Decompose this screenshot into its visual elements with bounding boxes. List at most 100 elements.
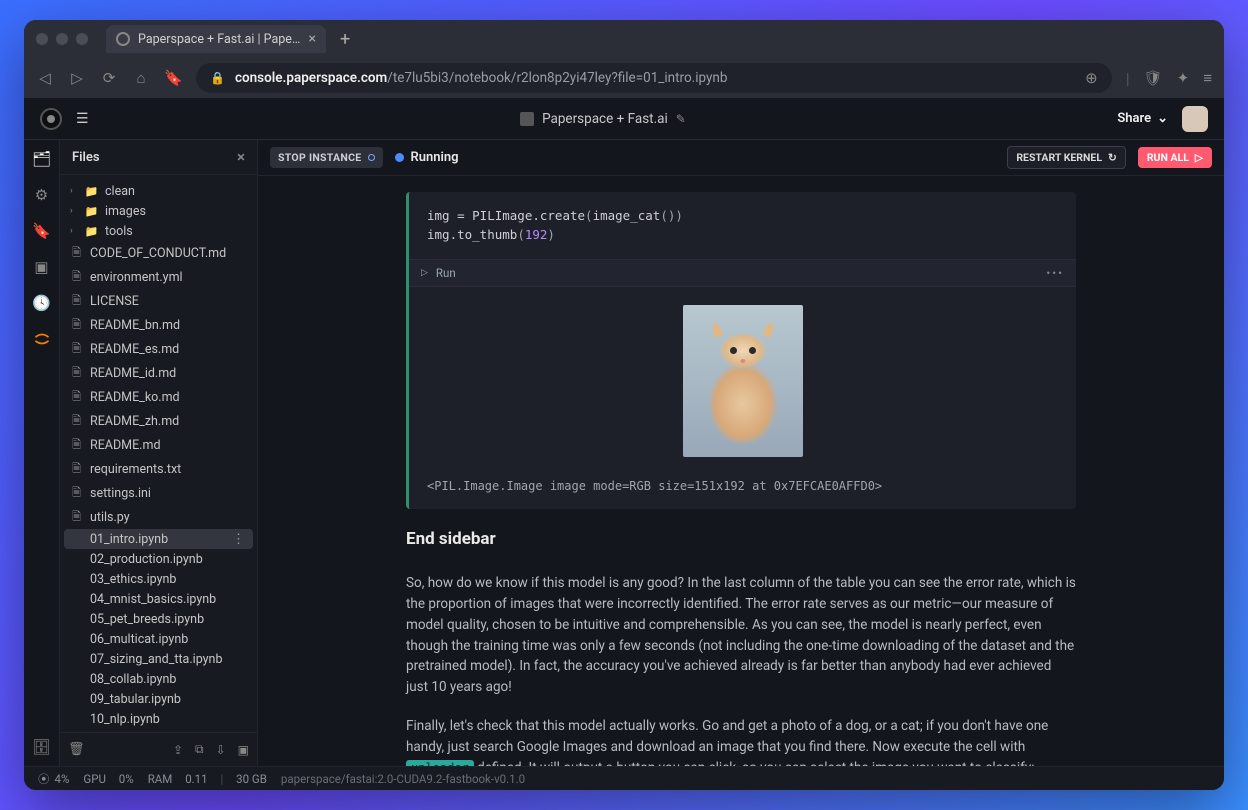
lock-icon: 🔒 [210, 71, 225, 85]
browser-menu-icon[interactable]: ≡ [1203, 69, 1212, 87]
files-rail-icon[interactable]: 🗂 [32, 150, 51, 168]
tree-file[interactable]: 🗎README_ko.md [60, 385, 257, 409]
file-sidebar: Files × ›📁clean›📁images›📁tools🗎CODE_OF_C… [60, 140, 258, 766]
tree-folder[interactable]: ›📁tools [60, 221, 257, 241]
tree-file[interactable]: 🗎utils.py [60, 505, 257, 529]
tree-notebook[interactable]: 02_production.ipynb [60, 549, 257, 569]
file-label: clean [105, 184, 135, 199]
tree-file[interactable]: 🗎README_id.md [60, 361, 257, 385]
nav-forward-icon[interactable]: ▷ [68, 69, 86, 87]
file-label: 07_sizing_and_tta.ipynb [90, 652, 222, 667]
file-label: CODE_OF_CONDUCT.md [90, 246, 226, 261]
bookmark-rail-icon[interactable]: 🔖 [32, 222, 51, 240]
bookmark-icon[interactable]: 🔖 [164, 69, 182, 87]
new-folder-icon[interactable]: ▣ [238, 743, 249, 757]
running-dot-icon [395, 153, 404, 162]
tree-file[interactable]: 🗎environment.yml [60, 265, 257, 289]
tree-file[interactable]: 🗎README_es.md [60, 337, 257, 361]
ram-status: RAM 0.11 | 30 GB [148, 772, 267, 786]
new-tab-button[interactable]: + [334, 29, 356, 50]
jupyter-rail-icon[interactable] [33, 330, 51, 348]
folder-icon: 📁 [85, 185, 98, 198]
kernel-status: Running [395, 150, 459, 165]
nav-reload-icon[interactable]: ⟳ [100, 69, 118, 87]
settings-rail-icon[interactable]: ⚙ [35, 186, 48, 204]
tree-notebook[interactable]: 09_tabular.ipynb [60, 689, 257, 709]
file-icon: 🗎 [70, 460, 83, 479]
tree-notebook[interactable]: 04_mnist_basics.ipynb [60, 589, 257, 609]
code-cell[interactable]: img = PILImage.create(image_cat()) img.t… [406, 192, 1076, 509]
file-icon: 🗎 [70, 340, 83, 359]
file-label: README_zh.md [90, 414, 179, 429]
stop-instance-button[interactable]: STOP INSTANCE [270, 147, 383, 168]
url-bar[interactable]: 🔒 console.paperspace.com/te7lu5bi3/noteb… [196, 63, 1112, 93]
browser-tab[interactable]: Paperspace + Fast.ai | Papersp… × [106, 25, 326, 53]
tree-file[interactable]: 🗎README_bn.md [60, 313, 257, 337]
cell-run-icon[interactable]: ▷ [421, 268, 428, 278]
tree-file[interactable]: 🗎README.md [60, 433, 257, 457]
file-more-icon[interactable]: ⋮ [232, 532, 245, 547]
app-title: Paperspace + Fast.ai [542, 111, 668, 127]
file-label: 05_pet_breeds.ipynb [90, 612, 204, 627]
edit-title-icon[interactable]: ✎ [676, 112, 686, 126]
upload-icon[interactable]: ⇪ [173, 743, 183, 757]
cell-more-icon[interactable]: ••• [1046, 266, 1064, 280]
close-tab-icon[interactable]: × [309, 31, 316, 47]
tree-notebook[interactable]: 07_sizing_and_tta.ipynb [60, 649, 257, 669]
paperspace-logo[interactable] [40, 108, 62, 130]
tree-folder[interactable]: ›📁clean [60, 181, 257, 201]
history-rail-icon[interactable]: 🕓 [32, 294, 51, 312]
file-label: requirements.txt [90, 462, 181, 477]
gpu-status: GPU 0% [83, 772, 133, 786]
extensions-icon[interactable]: ✦ [1177, 69, 1190, 87]
zoom-icon[interactable]: ⊕ [1085, 69, 1098, 87]
tree-notebook[interactable]: 06_multicat.ipynb [60, 629, 257, 649]
tree-notebook[interactable]: 01_intro.ipynb⋮ [64, 529, 253, 549]
tree-notebook[interactable]: 08_collab.ipynb [60, 669, 257, 689]
brave-shield-icon[interactable]: 🛡 [1144, 69, 1163, 87]
file-label: images [105, 204, 146, 219]
window-close-dot[interactable] [36, 33, 48, 45]
trash-icon[interactable]: 🗑 [68, 742, 85, 757]
restart-kernel-button[interactable]: RESTART KERNEL ↻ [1007, 146, 1126, 169]
tree-file[interactable]: 🗎LICENSE [60, 289, 257, 313]
activity-rail: 🗂 ⚙ 🔖 ▣ 🕓 🗄 [24, 140, 60, 766]
file-label: 09_tabular.ipynb [90, 692, 181, 707]
tree-folder[interactable]: ›📁images [60, 201, 257, 221]
file-icon: 🗎 [70, 364, 83, 383]
run-all-label: RUN ALL [1147, 151, 1189, 164]
tree-notebook[interactable]: 05_pet_breeds.ipynb [60, 609, 257, 629]
sidebar-footer: 🗑 ⇪ ⧉ ⇩ ▣ [60, 732, 257, 766]
notebook-scroll[interactable]: img = PILImage.create(image_cat()) img.t… [258, 176, 1224, 766]
cell-toolbar: ▷ Run ••• [409, 259, 1076, 287]
file-label: environment.yml [90, 270, 183, 285]
window-max-dot[interactable] [76, 33, 88, 45]
tree-notebook[interactable]: 10_nlp.ipynb [60, 709, 257, 729]
code-editor[interactable]: img = PILImage.create(image_cat()) img.t… [409, 192, 1076, 259]
tree-file[interactable]: 🗎CODE_OF_CONDUCT.md [60, 241, 257, 265]
terminal-rail-icon[interactable]: ▣ [34, 258, 48, 276]
file-label: utils.py [90, 510, 130, 525]
tree-file[interactable]: 🗎README_zh.md [60, 409, 257, 433]
new-file-icon[interactable]: ⧉ [195, 742, 204, 757]
file-label: 02_production.ipynb [90, 552, 203, 567]
download-icon[interactable]: ⇩ [216, 743, 226, 757]
play-icon: ▷ [1195, 151, 1203, 164]
tree-notebook[interactable]: 03_ethics.ipynb [60, 569, 257, 589]
refresh-icon: ↻ [1108, 151, 1117, 164]
share-button[interactable]: Share ⌄ [1117, 111, 1168, 126]
menu-toggle-icon[interactable]: ☰ [76, 111, 89, 127]
window-controls[interactable] [36, 33, 88, 45]
tree-file[interactable]: 🗎 requirements.txt [60, 457, 257, 481]
nav-home-icon[interactable]: ⌂ [132, 69, 150, 87]
user-avatar[interactable] [1182, 106, 1208, 132]
close-sidebar-icon[interactable]: × [237, 148, 245, 166]
tree-file[interactable]: 🗎settings.ini [60, 481, 257, 505]
cell-run-label[interactable]: Run [436, 266, 456, 280]
window-min-dot[interactable] [56, 33, 68, 45]
run-all-button[interactable]: RUN ALL ▷ [1138, 147, 1212, 168]
file-icon: 🗎 [70, 316, 83, 335]
nav-back-icon[interactable]: ◁ [36, 69, 54, 87]
file-icon: 🗎 [70, 292, 83, 311]
storage-rail-icon[interactable]: 🗄 [32, 738, 51, 756]
